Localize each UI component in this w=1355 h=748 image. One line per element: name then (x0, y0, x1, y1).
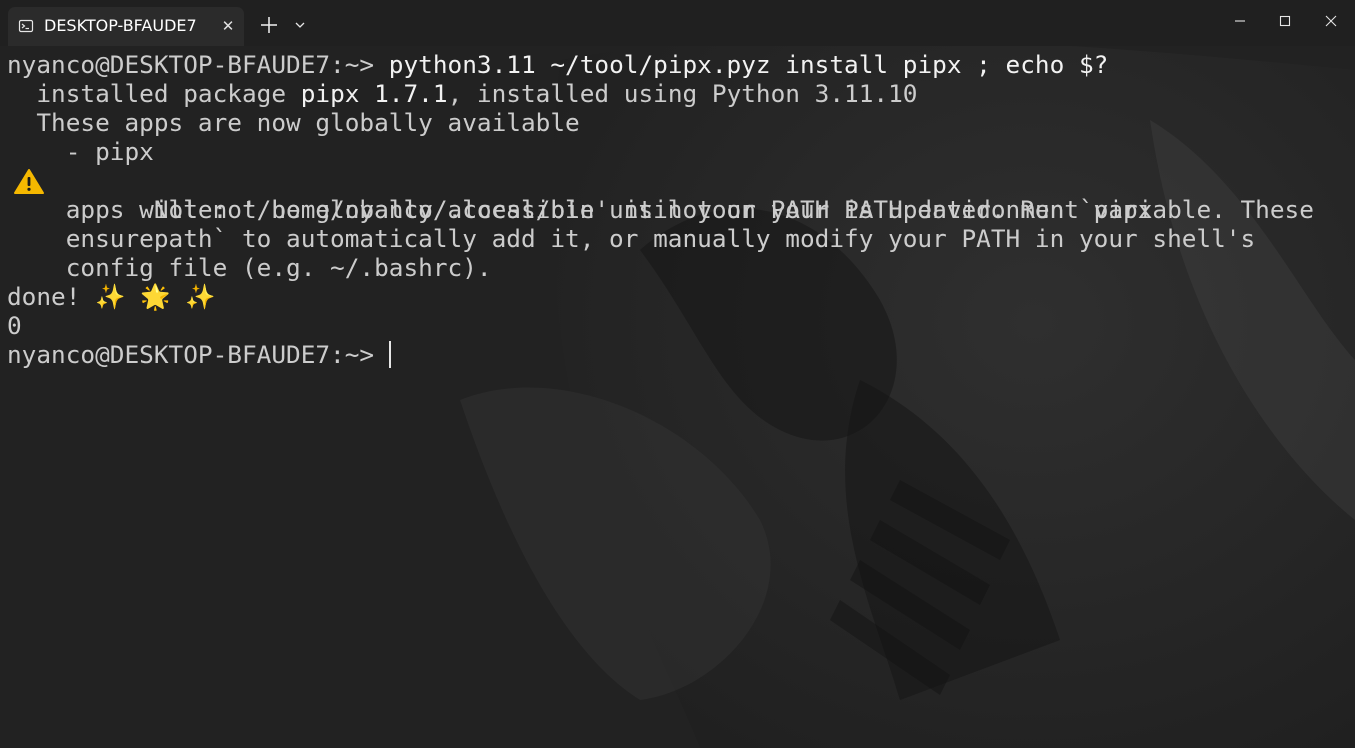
prompt: nyanco@DESKTOP-BFAUDE7:~> (7, 340, 375, 369)
done-line: done! ✨ 🌟 ✨ (7, 282, 216, 311)
close-icon[interactable] (1316, 10, 1346, 32)
note-line: apps will not be globally accessible unt… (7, 195, 1153, 224)
note-line: config file (e.g. ~/.bashrc). (7, 253, 492, 282)
note-line: ensurepath` to automatically add it, or … (7, 224, 1256, 253)
chevron-down-icon[interactable] (291, 16, 309, 34)
prompt-line: nyanco@DESKTOP-BFAUDE7:~> (7, 340, 1355, 369)
terminal-window: DESKTOP-BFAUDE7 ✕ nyanco@DESKTOP-BFAUDE7… (0, 0, 1355, 748)
output-line: - pipx (7, 137, 154, 166)
text-cursor (388, 341, 391, 368)
exit-code-line: 0 (7, 311, 22, 340)
command-line: nyanco@DESKTOP-BFAUDE7:~> python3.11 ~/t… (7, 50, 1355, 79)
prompt: nyanco@DESKTOP-BFAUDE7:~> (7, 50, 375, 79)
output-text: , installed using Python 3.11.10 (447, 79, 918, 108)
output-line: These apps are now globally available (7, 108, 580, 137)
warning-icon (14, 169, 44, 194)
minimize-icon[interactable] (1225, 10, 1255, 32)
maximize-icon[interactable] (1270, 10, 1300, 32)
tab-close-icon[interactable]: ✕ (217, 15, 239, 37)
tab-title: DESKTOP-BFAUDE7 (44, 16, 197, 35)
note-line: Note: '/home/nyanco/.local/bin' is not o… (7, 166, 1355, 224)
output-line: installed package pipx 1.7.1, installed … (7, 79, 1355, 108)
terminal-icon (18, 19, 34, 33)
plus-icon[interactable] (256, 13, 282, 37)
output-text: installed package (7, 79, 301, 108)
terminal-output[interactable]: nyanco@DESKTOP-BFAUDE7:~> python3.11 ~/t… (0, 46, 1355, 748)
command-text: python3.11 ~/tool/pipx.pyz install pipx … (374, 50, 1109, 79)
title-bar: DESKTOP-BFAUDE7 ✕ (0, 0, 1355, 46)
tab-desktop[interactable]: DESKTOP-BFAUDE7 ✕ (8, 7, 244, 46)
package-name: pipx 1.7.1 (300, 79, 448, 108)
